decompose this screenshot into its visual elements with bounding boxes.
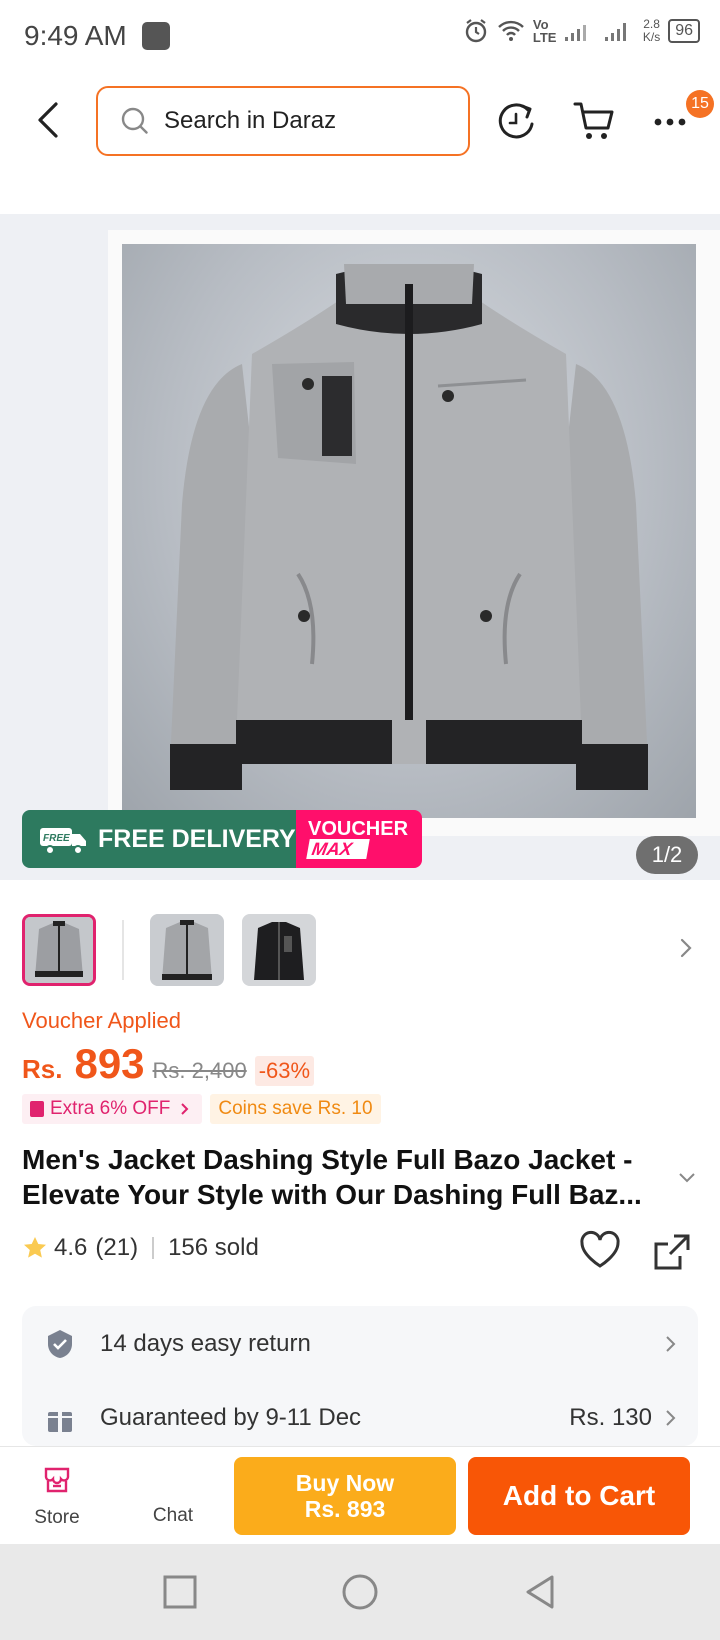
- cart-icon[interactable]: [572, 98, 618, 144]
- status-time: 9:49 AM: [24, 20, 127, 51]
- discount-badge: -63%: [254, 1056, 315, 1086]
- thumbnail-grey-jacket-front[interactable]: [22, 914, 96, 986]
- system-navigation-bar: [0, 1544, 720, 1640]
- refresh-icon[interactable]: [494, 98, 540, 144]
- jacket-illustration: [170, 264, 648, 790]
- promo-row: Extra 6% OFF Coins save Rs. 10: [22, 1094, 381, 1124]
- voucher-max-line2: MAX: [306, 839, 370, 859]
- coins-save-chip[interactable]: Coins save Rs. 10: [210, 1094, 381, 1124]
- status-indicators: Vo LTE 2.8 K/s 96: [463, 18, 700, 44]
- rating-row[interactable]: 4.6 (21) 156 sold: [22, 1234, 259, 1262]
- network-type: Vo LTE: [532, 17, 557, 45]
- extra-off-label: Extra 6% OFF: [50, 1098, 171, 1119]
- search-input[interactable]: Search in Daraz: [96, 86, 470, 156]
- delivery-fee: Rs. 130: [569, 1404, 652, 1431]
- notification-app-icon: [142, 22, 170, 50]
- thumbnail-black-jacket[interactable]: [242, 914, 316, 986]
- back-triangle-icon[interactable]: [520, 1572, 560, 1612]
- thumbnail-image: [150, 914, 224, 986]
- coins-save-label: Coins save Rs. 10: [218, 1098, 373, 1119]
- cart-count-badge: 15: [686, 90, 714, 118]
- chevron-right-icon[interactable]: [674, 930, 698, 966]
- free-delivery-banner: FREE FREE DELIVERY VOUCHER MAX: [22, 810, 422, 868]
- product-title: Men's Jacket Dashing Style Full Bazo Jac…: [22, 1142, 662, 1212]
- product-photo[interactable]: [122, 244, 696, 818]
- product-title-line2: Elevate Your Style with Our Dashing Full…: [22, 1179, 642, 1210]
- store-icon: [44, 1467, 70, 1493]
- signal-icon-2: [604, 23, 626, 41]
- service-row-return[interactable]: 14 days easy return: [22, 1316, 698, 1372]
- buy-now-label: Buy Now: [295, 1470, 395, 1496]
- recent-apps-icon[interactable]: [160, 1572, 200, 1612]
- top-header: Search in Daraz 15: [0, 72, 720, 182]
- free-delivery-section: FREE FREE DELIVERY: [22, 810, 296, 868]
- delivery-truck-icon: FREE: [40, 828, 86, 855]
- star-icon: [24, 1237, 46, 1258]
- store-label: Store: [34, 1507, 80, 1528]
- buy-now-price: Rs. 893: [304, 1496, 386, 1522]
- service-return-label: 14 days easy return: [100, 1330, 311, 1357]
- services-card: 14 days easy return Guaranteed by 9-11 D…: [22, 1306, 698, 1446]
- chat-label: Chat: [152, 1505, 194, 1526]
- free-delivery-label: FREE DELIVERY: [98, 824, 296, 853]
- voucher-applied-label: Voucher Applied: [22, 1008, 182, 1033]
- shield-check-icon: [48, 1330, 72, 1358]
- net-speed-unit: K/s: [642, 30, 661, 44]
- search-placeholder: Search in Daraz: [164, 107, 337, 134]
- free-tag: FREE: [43, 833, 70, 844]
- rating-value: 4.6: [54, 1234, 88, 1261]
- net-speed: 2.8 K/s: [643, 18, 660, 44]
- wifi-icon: [498, 20, 524, 41]
- bottom-action-bar: Store Chat Buy Now Rs. 893 Add to Cart: [0, 1446, 720, 1544]
- gift-box-icon: [48, 1406, 72, 1432]
- heart-icon[interactable]: [578, 1230, 622, 1270]
- share-icon[interactable]: [650, 1230, 694, 1274]
- voucher-max-badge: VOUCHER MAX: [296, 810, 422, 868]
- add-to-cart-button[interactable]: Add to Cart: [468, 1457, 690, 1535]
- extra-off-chip[interactable]: Extra 6% OFF: [22, 1094, 203, 1124]
- back-arrow-icon[interactable]: [30, 98, 70, 142]
- battery-indicator: 96: [668, 19, 700, 43]
- home-icon[interactable]: [340, 1572, 380, 1612]
- original-price: Rs. 2,400: [152, 1058, 247, 1083]
- status-bar: 9:49 AM Vo LTE 2.8 K/s 96: [0, 0, 720, 72]
- buy-now-button[interactable]: Buy Now Rs. 893: [234, 1457, 456, 1535]
- search-icon: [121, 107, 148, 134]
- product-gallery[interactable]: FREE FREE DELIVERY VOUCHER MAX 1/2: [0, 214, 720, 880]
- product-title-line1: Men's Jacket Dashing Style Full Bazo Jac…: [22, 1144, 633, 1175]
- thumbnail-grey-jacket-alt[interactable]: [150, 914, 224, 986]
- price-currency: Rs.: [22, 1054, 63, 1084]
- thumbnail-image: [25, 917, 93, 983]
- chat-button[interactable]: Chat: [140, 1457, 206, 1537]
- signal-icon: [564, 25, 586, 41]
- thumbnail-strip: [0, 910, 720, 990]
- chevron-right-icon: [666, 1410, 676, 1426]
- chevron-right-icon: [181, 1103, 189, 1115]
- voucher-max-line1: VOUCHER: [308, 818, 409, 840]
- service-delivery-label: Guaranteed by 9-11 Dec: [100, 1404, 362, 1431]
- image-page-indicator: 1/2: [636, 836, 698, 874]
- price-row: Rs. 893 Rs. 2,400 -63%: [22, 1040, 315, 1090]
- current-price: 893: [74, 1040, 145, 1087]
- thumbnail-divider: [122, 920, 124, 980]
- chevron-right-icon: [666, 1336, 676, 1352]
- chevron-down-icon[interactable]: [676, 1166, 698, 1188]
- thumbnail-image: [242, 914, 316, 986]
- meta-divider: [152, 1237, 155, 1259]
- alarm-icon: [465, 19, 487, 43]
- voucher-icon: [30, 1101, 44, 1117]
- service-row-delivery[interactable]: Guaranteed by 9-11 Dec Rs. 130: [22, 1390, 698, 1446]
- store-button[interactable]: Store: [24, 1457, 90, 1537]
- review-count: (21): [95, 1234, 139, 1261]
- sold-count: 156 sold: [168, 1234, 259, 1261]
